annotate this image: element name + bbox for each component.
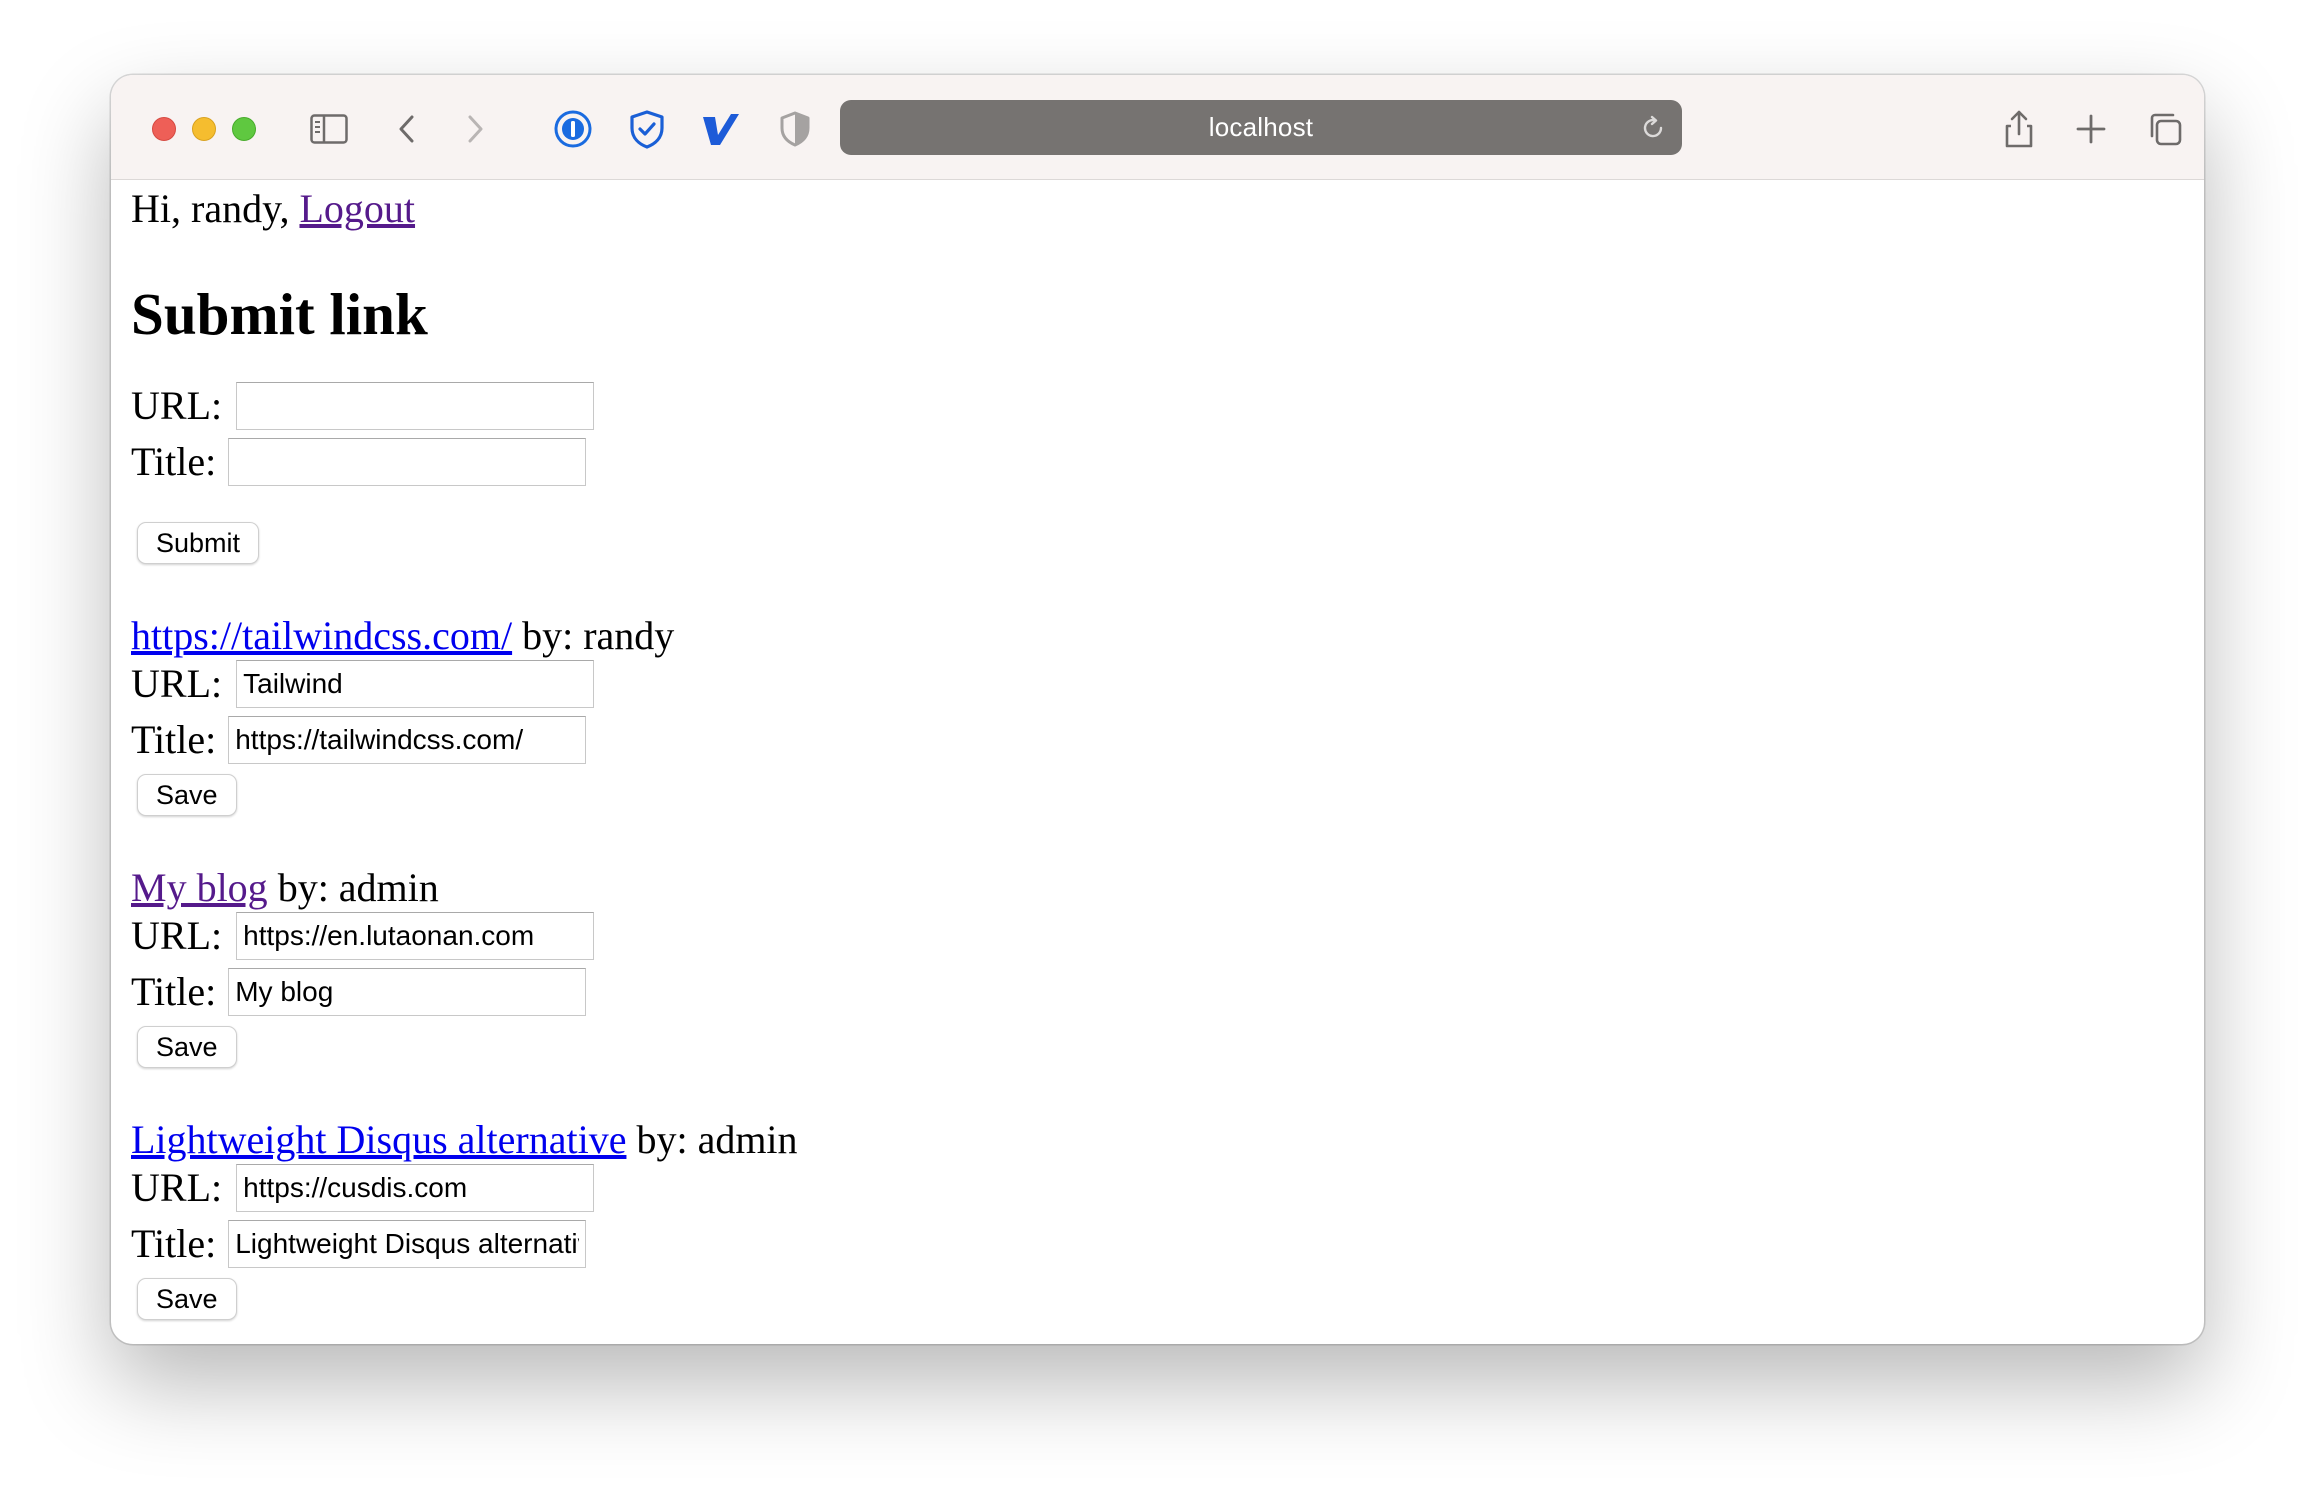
submit-url-row: URL: [131,380,595,432]
chevron-right-icon[interactable] [449,103,501,155]
link-author: by: admin [626,1117,798,1162]
vimeo-v-icon[interactable] [695,103,747,155]
minimize-window-button[interactable] [192,117,216,141]
address-bar-text: localhost [1208,112,1314,142]
submit-url-input[interactable] [236,382,595,430]
submit-url-label: URL: [131,383,223,428]
link-title-label: Title: [131,717,217,762]
address-bar[interactable]: localhost [840,100,1682,155]
close-window-button[interactable] [152,117,176,141]
link-url-row: URL: [131,910,595,962]
link-url-input[interactable] [236,660,595,708]
link-title-row: Title: [131,1218,587,1270]
submit-title-input[interactable] [228,438,587,486]
link-author: by: admin [267,865,439,910]
sidebar-icon[interactable] [303,103,355,155]
link-title-input[interactable] [228,716,587,764]
browser-window: localhost Hi, randy, Logout Submit link [111,75,2204,1344]
submit-title-label: Title: [131,439,217,484]
link-url-row: URL: [131,658,595,710]
link-title-row: Title: [131,714,587,766]
submit-title-row: Title: [131,436,587,488]
greeting-text: Hi, randy, [131,186,300,231]
screenshot-stage: localhost Hi, randy, Logout Submit link [0,0,2316,1494]
link-title-row: Title: [131,966,587,1018]
link-url-input[interactable] [236,1164,595,1212]
link-title-input[interactable] [228,1220,587,1268]
reload-icon[interactable] [1638,113,1668,143]
zoom-window-button[interactable] [232,117,256,141]
link-url-row: URL: [131,1162,595,1214]
save-button[interactable]: Save [137,774,237,816]
chevron-left-icon[interactable] [381,103,433,155]
logout-link[interactable]: Logout [299,186,415,231]
link-entry-header: https://tailwindcss.com/ by: randy [131,610,674,662]
save-button[interactable]: Save [137,1026,237,1068]
link-url-label: URL: [131,913,223,958]
plus-icon[interactable] [2065,103,2117,155]
link-url-input[interactable] [236,912,595,960]
save-button[interactable]: Save [137,1278,237,1320]
link-title-link[interactable]: https://tailwindcss.com/ [131,613,512,658]
shield-check-icon[interactable] [621,103,673,155]
browser-toolbar: localhost [111,75,2204,180]
submit-button[interactable]: Submit [137,522,260,564]
privacy-shield-icon[interactable] [769,103,821,155]
link-url-label: URL: [131,661,223,706]
link-author: by: randy [512,613,675,658]
link-url-label: URL: [131,1165,223,1210]
link-title-label: Title: [131,1221,217,1266]
link-title-label: Title: [131,969,217,1014]
share-icon[interactable] [1993,103,2045,155]
page-title: Submit link [131,281,428,347]
1password-icon[interactable] [547,103,599,155]
link-title-input[interactable] [228,968,587,1016]
link-entry-header: My blog by: admin [131,862,439,914]
user-greeting: Hi, randy, Logout [131,183,415,235]
tab-overview-icon[interactable] [2139,103,2191,155]
link-title-link[interactable]: My blog [131,865,268,910]
link-title-link[interactable]: Lightweight Disqus alternative [131,1117,626,1162]
link-entry-header: Lightweight Disqus alternative by: admin [131,1114,798,1166]
